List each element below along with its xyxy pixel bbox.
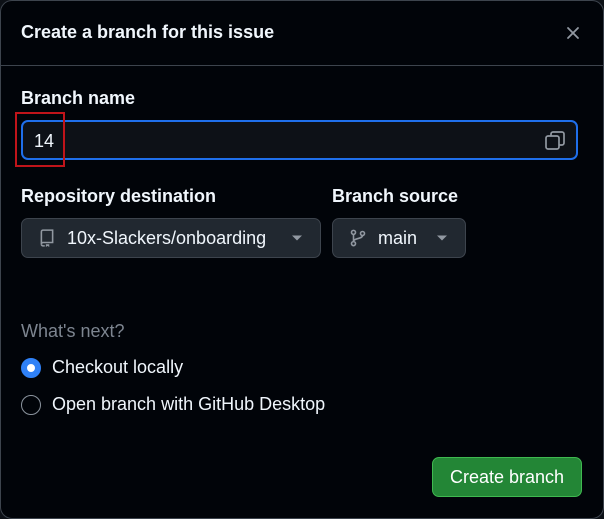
copy-button[interactable] xyxy=(543,129,567,153)
create-branch-button[interactable]: Create branch xyxy=(432,457,582,497)
radio-checked[interactable] xyxy=(21,357,41,378)
whats-next-label: What's next? xyxy=(21,321,125,341)
x-icon xyxy=(567,27,579,39)
branch-name-field[interactable] xyxy=(21,120,578,160)
repository-destination-label: Repository destination xyxy=(21,186,217,206)
branch-name-input[interactable] xyxy=(32,128,516,154)
dialog-title: Create a branch for this issue xyxy=(21,22,275,42)
radio-unchecked[interactable] xyxy=(21,394,41,415)
git-branch-icon xyxy=(349,229,367,247)
caret-down-icon xyxy=(436,234,448,242)
repo-icon xyxy=(38,229,56,247)
branch-source-select[interactable]: main xyxy=(332,218,466,258)
option-label: Open branch with GitHub Desktop xyxy=(52,394,326,414)
branch-source-label: Branch source xyxy=(332,186,459,206)
caret-down-icon xyxy=(291,234,303,242)
copy-icon xyxy=(545,131,565,150)
repository-select-value: 10x-Slackers/onboarding xyxy=(67,227,267,248)
create-branch-dialog: Create a branch for this issue Branch na… xyxy=(0,0,604,519)
option-label: Checkout locally xyxy=(52,357,184,377)
close-button[interactable] xyxy=(561,21,585,45)
branch-name-label: Branch name xyxy=(21,88,136,108)
option-open-github-desktop[interactable]: Open branch with GitHub Desktop xyxy=(21,394,325,415)
dialog-header: Create a branch for this issue xyxy=(1,1,603,66)
option-checkout-locally[interactable]: Checkout locally xyxy=(21,357,183,378)
branch-source-value: main xyxy=(378,227,418,248)
repository-select[interactable]: 10x-Slackers/onboarding xyxy=(21,218,321,258)
